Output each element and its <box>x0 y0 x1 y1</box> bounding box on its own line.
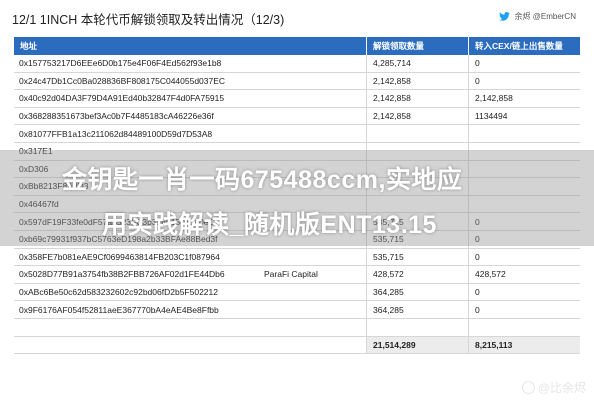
address-label <box>264 93 366 103</box>
page-title: 12/1 1INCH 本轮代币解锁领取及转出情况（12/3) <box>12 13 285 27</box>
table-row: 0x358FE7b081eAE9Cf0699463814FB203C1f0879… <box>14 248 580 267</box>
sold-amount: 0 <box>468 72 580 90</box>
watermark-text-line-1: 金钥匙一肖一码675488ccm,实地应 <box>62 166 463 194</box>
sold-amount: 0 <box>468 283 580 301</box>
wallet-address: 0x368288351673bef3Ac0b7F4485183cA46226e3… <box>19 111 214 122</box>
address-cell: 0x5028D77B91a3754fb38B2FBB726AF02d1FE44D… <box>14 269 366 279</box>
corner-watermark: @比余烬 <box>521 379 586 396</box>
source-label: 余烬 @EmberCN <box>514 12 576 21</box>
table-row: 0x24c47Db1Cc0Ba028836BF808175C044055d037… <box>14 72 580 91</box>
sold-amount: 0 <box>468 301 580 318</box>
table-row: 0x5028D77B91a3754fb38B2FBB726AF02d1FE44D… <box>14 266 580 284</box>
claimed-amount: 364,285 <box>366 283 468 301</box>
address-cell: 0x24c47Db1Cc0Ba028836BF808175C044055d037… <box>14 76 366 86</box>
address-label <box>264 252 366 262</box>
image-header: 12/1 1INCH 本轮代币解锁领取及转出情况（12/3) 余烬 @Ember… <box>0 0 594 34</box>
claimed-amount: 4,285,714 <box>366 55 468 72</box>
address-cell: 0x40c92d04DA3F79D4A91Ed40b32847F4d0FA759… <box>14 93 366 103</box>
table-header: 地址 解锁领取数量 转入CEX/链上出售数量 <box>14 37 580 55</box>
wallet-address: 0x358FE7b081eAE9Cf0699463814FB203C1f0879… <box>19 251 220 262</box>
address-label <box>264 111 366 121</box>
address-cell: 0x358FE7b081eAE9Cf0699463814FB203C1f0879… <box>14 252 366 262</box>
table-row: 0x368288351673bef3Ac0b7F4485183cA46226e3… <box>14 107 580 126</box>
watermark-text-line-2: 用实践解读_随机版ENT13.15 <box>102 211 437 239</box>
table-total-row: 21,514,289 8,215,113 <box>14 336 580 355</box>
address-label <box>264 76 366 86</box>
claimed-amount: 2,142,858 <box>366 90 468 107</box>
address-cell: 0xABc6Be50c62d583232602c92bd06fD2b5F5022… <box>14 287 366 297</box>
claimed-amount <box>366 318 468 336</box>
wallet-address: 0x81077FFB1a13c211062d84489100D59d7D53A8 <box>19 128 213 139</box>
wallet-address: 0x9F6176AF054f52811aeE367770bA4eAE4Be8Ff… <box>19 304 219 315</box>
sold-amount <box>468 125 580 142</box>
column-header-claimed: 解锁领取数量 <box>366 37 468 55</box>
address-label <box>264 305 366 315</box>
claimed-amount: 535,715 <box>366 248 468 266</box>
address-label <box>264 129 366 139</box>
source-credit: 余烬 @EmberCN <box>498 11 576 22</box>
total-label-cell <box>14 336 366 354</box>
table-row: 0x9F6176AF054f52811aeE367770bA4eAE4Be8Ff… <box>14 301 580 319</box>
claimed-amount <box>366 125 468 142</box>
wallet-address: 0x157753217D6EEe6D0b175e4F06F4Ed562f93e1… <box>19 58 222 69</box>
address-cell: 0x9F6176AF054f52811aeE367770bA4eAE4Be8Ff… <box>14 305 366 315</box>
address-cell: 0x368288351673bef3Ac0b7F4485183cA46226e3… <box>14 111 366 121</box>
table-row: 0x40c92d04DA3F79D4A91Ed40b32847F4d0FA759… <box>14 90 580 108</box>
table-row <box>14 318 580 337</box>
address-cell: 0x81077FFB1a13c211062d84489100D59d7D53A8 <box>14 129 366 139</box>
claimed-amount: 2,142,858 <box>366 107 468 125</box>
sold-amount: 2,142,858 <box>468 90 580 107</box>
table-row: 0x81077FFB1a13c211062d84489100D59d7D53A8 <box>14 125 580 143</box>
address-label: ParaFi Capital <box>264 269 318 280</box>
column-header-sold: 转入CEX/链上出售数量 <box>468 37 580 55</box>
total-sold: 8,215,113 <box>468 336 580 354</box>
claimed-amount: 2,142,858 <box>366 72 468 90</box>
wallet-address: 0x5028D77B91a3754fb38B2FBB726AF02d1FE44D… <box>19 269 225 280</box>
wallet-address: 0x24c47Db1Cc0Ba028836BF808175C044055d037… <box>19 75 226 86</box>
claimed-amount: 428,572 <box>366 266 468 283</box>
sold-amount: 0 <box>468 55 580 72</box>
sold-amount <box>468 318 580 336</box>
twitter-bird-icon <box>498 12 510 21</box>
weibo-logo-icon <box>521 381 535 394</box>
table-row: 0x157753217D6EEe6D0b175e4F06F4Ed562f93e1… <box>14 55 580 73</box>
wallet-address: 0xABc6Be50c62d583232602c92bd06fD2b5F5022… <box>19 287 218 298</box>
total-claimed: 21,514,289 <box>366 336 468 354</box>
column-header-address: 地址 <box>20 41 38 51</box>
claimed-amount: 364,285 <box>366 301 468 318</box>
address-label <box>264 58 366 68</box>
sold-amount: 428,572 <box>468 266 580 283</box>
wallet-address: 0x40c92d04DA3F79D4A91Ed40b32847F4d0FA759… <box>19 93 225 104</box>
address-cell: 0x157753217D6EEe6D0b175e4F06F4Ed562f93e1… <box>14 58 366 68</box>
address-label <box>264 287 366 297</box>
table-row: 0xABc6Be50c62d583232602c92bd06fD2b5F5022… <box>14 283 580 302</box>
sold-amount: 0 <box>468 248 580 266</box>
corner-watermark-label: @比余烬 <box>537 381 586 395</box>
sold-amount: 1134494 <box>468 107 580 125</box>
